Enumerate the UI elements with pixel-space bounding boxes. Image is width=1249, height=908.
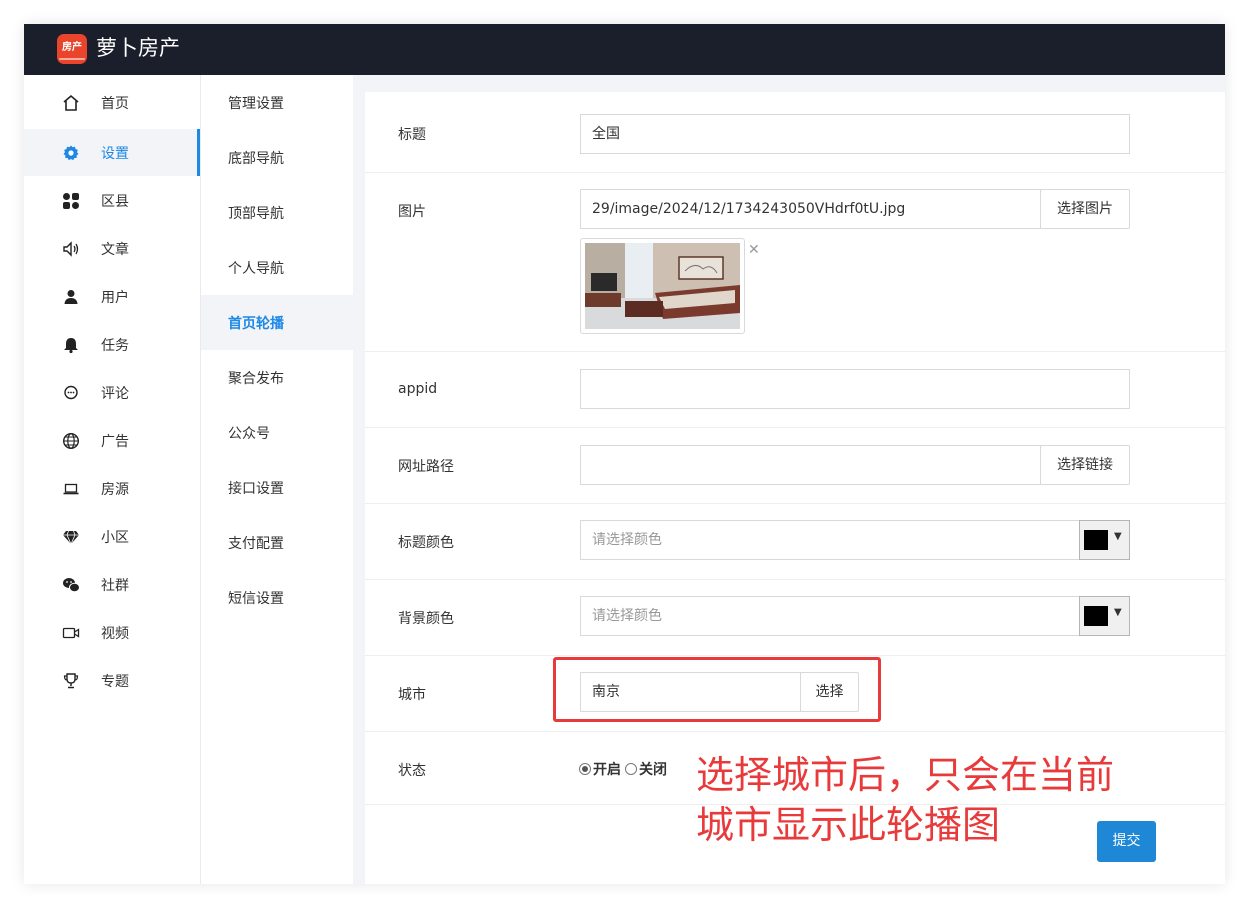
close-icon[interactable]: ✕ bbox=[748, 242, 760, 258]
title-input[interactable]: 全国 bbox=[580, 114, 1130, 154]
user-icon bbox=[61, 287, 81, 307]
subnav-item-api-settings[interactable]: 接口设置 bbox=[201, 460, 354, 515]
sidebar-item-label: 专题 bbox=[101, 673, 129, 690]
color-swatch bbox=[1084, 606, 1108, 626]
subnav-item-home-carousel[interactable]: 首页轮播 bbox=[201, 295, 354, 350]
layout: 首页 设置 区县 文章 用户 任务 评论 广告 房源 小区 社群 视频 专题 管… bbox=[24, 24, 1225, 884]
appid-label: appid bbox=[398, 381, 438, 397]
subnav-item-management[interactable]: 管理设置 bbox=[201, 75, 354, 130]
url-input[interactable] bbox=[580, 445, 1041, 485]
title-color-input[interactable]: 请选择颜色 bbox=[580, 520, 1080, 560]
city-label: 城市 bbox=[398, 687, 426, 703]
speaker-icon bbox=[61, 239, 81, 259]
status-on-label[interactable]: 开启 bbox=[593, 759, 621, 779]
sidebar-item-label: 评论 bbox=[101, 385, 129, 402]
sidebar-item-label: 视频 bbox=[101, 625, 129, 642]
subnav-item-payment[interactable]: 支付配置 bbox=[201, 515, 354, 570]
image-path-input[interactable]: 29/image/2024/12/1734243050VHdrf0tU.jpg bbox=[580, 189, 1041, 229]
sidebar-item-topics[interactable]: 专题 bbox=[24, 657, 200, 704]
sidebar-item-settings[interactable]: 设置 bbox=[24, 129, 200, 176]
gear-icon bbox=[61, 143, 81, 163]
title-color-picker[interactable]: ▼ bbox=[1079, 520, 1130, 560]
sidebar-item-label: 广告 bbox=[101, 433, 129, 450]
sidebar-item-label: 文章 bbox=[101, 241, 129, 258]
sidebar-item-communities[interactable]: 小区 bbox=[24, 513, 200, 560]
settings-subnav: 管理设置 底部导航 顶部导航 个人导航 首页轮播 聚合发布 公众号 接口设置 支… bbox=[200, 75, 354, 884]
chevron-down-icon: ▼ bbox=[1114, 531, 1122, 542]
chevron-down-icon: ▼ bbox=[1114, 607, 1122, 618]
bg-color-input[interactable]: 请选择颜色 bbox=[580, 596, 1080, 636]
appid-input[interactable] bbox=[580, 369, 1130, 409]
bg-color-label: 背景颜色 bbox=[398, 611, 454, 627]
subnav-item-bottom-nav[interactable]: 底部导航 bbox=[201, 130, 354, 185]
sidebar-item-label: 任务 bbox=[101, 337, 129, 354]
subnav-item-personal-nav[interactable]: 个人导航 bbox=[201, 240, 354, 295]
choose-link-button[interactable]: 选择链接 bbox=[1040, 445, 1130, 485]
sidebar-item-ads[interactable]: 广告 bbox=[24, 417, 200, 464]
video-icon bbox=[61, 623, 81, 643]
color-swatch bbox=[1084, 530, 1108, 550]
sidebar-item-label: 小区 bbox=[101, 529, 129, 546]
status-off-radio[interactable] bbox=[625, 763, 637, 775]
trophy-icon bbox=[61, 671, 81, 691]
wechat-icon bbox=[61, 575, 81, 595]
sidebar-item-label: 区县 bbox=[101, 193, 129, 210]
title-label: 标题 bbox=[398, 127, 426, 143]
comment-icon bbox=[61, 383, 81, 403]
subnav-item-official-account[interactable]: 公众号 bbox=[201, 405, 354, 460]
choose-image-button[interactable]: 选择图片 bbox=[1040, 189, 1130, 229]
title-color-label: 标题颜色 bbox=[398, 535, 454, 551]
sidebar-item-groups[interactable]: 社群 bbox=[24, 561, 200, 608]
sidebar-item-comments[interactable]: 评论 bbox=[24, 369, 200, 416]
url-label: 网址路径 bbox=[398, 459, 454, 475]
sidebar-item-label: 社群 bbox=[101, 577, 129, 594]
home-icon bbox=[61, 93, 81, 113]
sidebar-item-label: 设置 bbox=[101, 145, 129, 162]
city-highlight-box bbox=[553, 657, 881, 722]
grid-icon bbox=[61, 191, 81, 211]
status-off-label[interactable]: 关闭 bbox=[639, 759, 667, 779]
laptop-icon bbox=[61, 479, 81, 499]
diamond-icon bbox=[61, 527, 81, 547]
bell-icon bbox=[61, 335, 81, 355]
sidebar-item-label: 首页 bbox=[101, 95, 129, 112]
submit-button[interactable]: 提交 bbox=[1097, 821, 1156, 862]
status-on-radio[interactable] bbox=[579, 763, 591, 775]
sidebar-item-tasks[interactable]: 任务 bbox=[24, 321, 200, 368]
status-radio-group: 开启 关闭 bbox=[579, 759, 671, 779]
bg-color-picker[interactable]: ▼ bbox=[1079, 596, 1130, 636]
subnav-item-aggregate-publish[interactable]: 聚合发布 bbox=[201, 350, 354, 405]
sidebar-item-districts[interactable]: 区县 bbox=[24, 177, 200, 224]
image-label: 图片 bbox=[398, 204, 426, 220]
sidebar: 首页 设置 区县 文章 用户 任务 评论 广告 房源 小区 社群 视频 专题 bbox=[24, 75, 200, 884]
sidebar-item-label: 房源 bbox=[101, 481, 129, 498]
globe-icon bbox=[61, 431, 81, 451]
sidebar-item-videos[interactable]: 视频 bbox=[24, 609, 200, 656]
sidebar-item-users[interactable]: 用户 bbox=[24, 273, 200, 320]
subnav-item-top-nav[interactable]: 顶部导航 bbox=[201, 185, 354, 240]
status-label: 状态 bbox=[398, 763, 426, 779]
image-preview bbox=[580, 238, 745, 334]
subnav-item-sms[interactable]: 短信设置 bbox=[201, 570, 354, 625]
sidebar-item-home[interactable]: 首页 bbox=[24, 79, 200, 126]
sidebar-item-label: 用户 bbox=[101, 289, 129, 306]
sidebar-item-articles[interactable]: 文章 bbox=[24, 225, 200, 272]
sidebar-item-listings[interactable]: 房源 bbox=[24, 465, 200, 512]
room-photo bbox=[585, 243, 740, 329]
